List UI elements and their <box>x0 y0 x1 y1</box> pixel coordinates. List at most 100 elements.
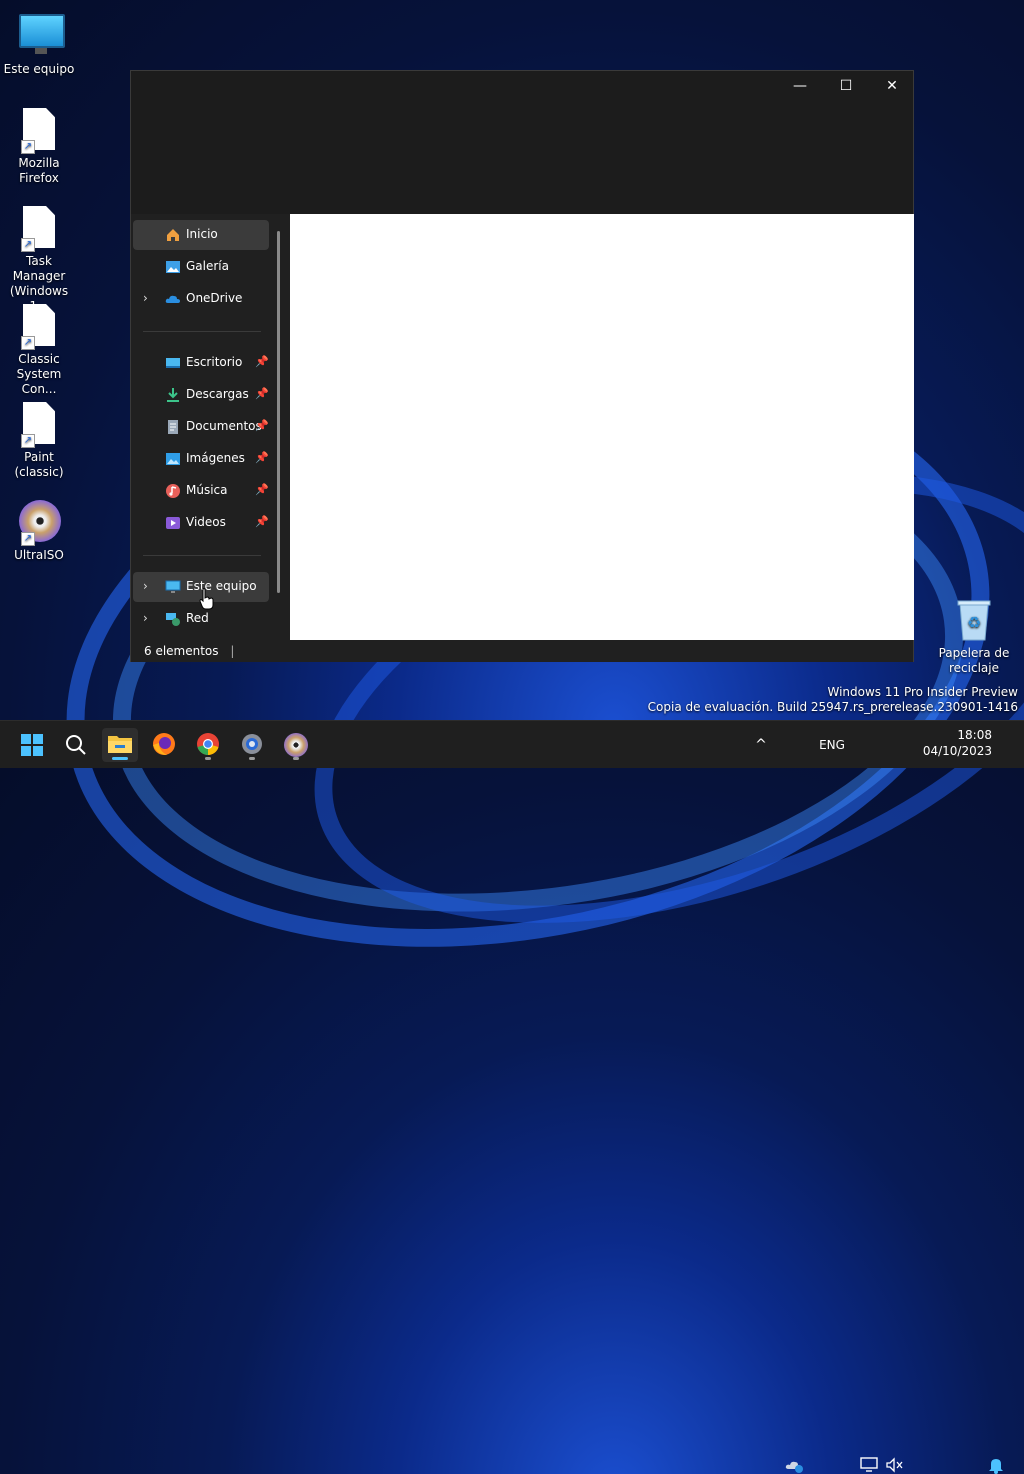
pictures-icon <box>166 453 180 465</box>
nav-item-inicio[interactable]: Inicio <box>133 220 269 250</box>
document-icon <box>168 420 178 434</box>
download-icon <box>167 388 179 402</box>
running-indicator <box>205 757 211 760</box>
pin-icon[interactable]: 📌 <box>255 387 269 400</box>
this-pc-icon <box>165 580 181 593</box>
nav-item-label: Música <box>186 483 228 497</box>
nav-item-escritorio[interactable]: Escritorio 📌 <box>133 348 269 378</box>
nav-item-label: Documentos <box>186 419 262 433</box>
active-indicator <box>112 757 128 760</box>
taskbar-chrome[interactable] <box>190 728 226 762</box>
chevron-right-icon[interactable]: › <box>143 291 148 305</box>
ultraiso-icon <box>284 733 308 757</box>
recycle-bin-icon: ♻ <box>957 600 991 641</box>
music-icon <box>166 484 180 498</box>
desktop-icon-task-manager[interactable]: ↗ Task Manager (Windows 1... <box>1 206 77 314</box>
nav-item-label: Escritorio <box>186 355 243 369</box>
shortcut-arrow-icon: ↗ <box>21 336 35 350</box>
taskbar-file-explorer[interactable] <box>102 728 138 762</box>
shortcut-arrow-icon: ↗ <box>21 434 35 448</box>
nav-item-label: Este equipo <box>186 579 257 593</box>
nav-item-onedrive[interactable]: › OneDrive <box>133 284 269 314</box>
nav-item-documentos[interactable]: Documentos 📌 <box>133 412 269 442</box>
search-button[interactable] <box>58 728 94 762</box>
running-indicator <box>293 757 299 760</box>
network-icon <box>166 613 180 626</box>
pin-icon[interactable]: 📌 <box>255 419 269 432</box>
evaluation-watermark-line2: Copia de evaluación. Build 25947.rs_prer… <box>647 700 1018 714</box>
video-icon <box>166 517 180 529</box>
onedrive-status-icon[interactable] <box>785 1457 805 1473</box>
nav-item-descargas[interactable]: Descargas 📌 <box>133 380 269 410</box>
nav-item-label: Videos <box>186 515 226 529</box>
gallery-icon <box>166 261 180 273</box>
desktop-folder-icon <box>166 358 180 368</box>
nav-scrollbar[interactable] <box>277 231 280 593</box>
shortcut-arrow-icon: ↗ <box>21 140 35 154</box>
desktop-icon-label: UltraISO <box>14 548 64 562</box>
settings-icon <box>242 734 262 754</box>
speaker-muted-icon[interactable] <box>886 1457 904 1473</box>
taskbar-settings[interactable] <box>234 728 270 762</box>
nav-item-label: Imágenes <box>186 451 245 465</box>
nav-item-musica[interactable]: Música 📌 <box>133 476 269 506</box>
taskbar-firefox[interactable] <box>146 728 182 762</box>
minimize-button[interactable]: — <box>777 71 823 101</box>
firefox-icon <box>153 733 175 755</box>
shortcut-arrow-icon: ↗ <box>21 532 35 546</box>
notification-bell-icon[interactable] <box>988 1456 1004 1474</box>
search-icon <box>66 735 86 755</box>
start-button[interactable] <box>14 728 50 762</box>
desktop-icon-ultraiso[interactable]: ↗ UltraISO <box>1 500 77 563</box>
pin-icon[interactable]: 📌 <box>255 451 269 464</box>
tray-overflow-chevron[interactable]: ^ <box>750 721 772 769</box>
nav-item-label: Descargas <box>186 387 249 401</box>
desktop-icon-recycle-bin[interactable]: ♻ Papelera de reciclaje <box>936 598 1012 676</box>
desktop-icon-classic-system[interactable]: ↗ Classic System Con... <box>1 304 77 397</box>
pin-icon[interactable]: 📌 <box>255 483 269 496</box>
close-button[interactable]: ✕ <box>869 71 915 101</box>
content-pane[interactable] <box>290 214 914 640</box>
desktop-icon-firefox[interactable]: ↗ Mozilla Firefox <box>1 108 77 186</box>
chevron-right-icon[interactable]: › <box>143 579 148 593</box>
taskbar-ultraiso[interactable] <box>278 728 314 762</box>
item-count: 6 elementos <box>144 644 219 658</box>
navigation-pane[interactable]: Inicio Galería › OneDrive Escritorio 📌 D… <box>131 214 289 640</box>
nav-item-galeria[interactable]: Galería <box>133 252 269 282</box>
nav-item-label: OneDrive <box>186 291 243 305</box>
file-explorer-icon <box>108 736 132 753</box>
nav-item-label: Inicio <box>186 227 218 241</box>
hand-cursor-icon <box>199 588 214 610</box>
nav-separator <box>143 331 261 332</box>
desktop-icon-label: Paint (classic) <box>14 450 64 479</box>
desktop-icon-este-equipo[interactable]: Este equipo <box>1 10 77 77</box>
clock[interactable]: 18:08 04/10/2023 <box>912 727 992 759</box>
desktop-icon-label: Classic System Con... <box>16 352 62 396</box>
nav-item-videos[interactable]: Videos 📌 <box>133 508 269 538</box>
start-icon <box>21 734 43 756</box>
shortcut-arrow-icon: ↗ <box>21 238 35 252</box>
clock-time: 18:08 <box>957 728 992 742</box>
language-indicator[interactable]: ENG <box>814 721 850 769</box>
pin-icon[interactable]: 📌 <box>255 515 269 528</box>
evaluation-watermark-line1: Windows 11 Pro Insider Preview <box>827 685 1018 699</box>
desktop-icon-paint[interactable]: ↗ Paint (classic) <box>1 402 77 480</box>
monitor-icon <box>19 14 65 54</box>
file-explorer-window[interactable]: — ☐ ✕ Inicio Galería › OneDrive Escritor… <box>130 70 914 662</box>
maximize-button[interactable]: ☐ <box>823 71 869 101</box>
running-indicator <box>249 757 255 760</box>
home-icon <box>167 229 179 241</box>
nav-item-label: Red <box>186 611 209 625</box>
taskbar: ^ ENG 18:08 04/10/2023 <box>0 720 1024 1474</box>
chrome-icon <box>197 733 219 755</box>
cloud-icon <box>165 295 180 303</box>
desktop-icon-label: Papelera de reciclaje <box>938 646 1010 675</box>
svg-text:♻: ♻ <box>967 613 981 632</box>
chevron-right-icon[interactable]: › <box>143 611 148 625</box>
clock-date: 04/10/2023 <box>922 744 992 758</box>
nav-item-imagenes[interactable]: Imágenes 📌 <box>133 444 269 474</box>
display-icon[interactable] <box>860 1457 878 1473</box>
nav-item-label: Galería <box>186 259 229 273</box>
pin-icon[interactable]: 📌 <box>255 355 269 368</box>
title-bar[interactable]: — ☐ ✕ <box>131 71 913 214</box>
